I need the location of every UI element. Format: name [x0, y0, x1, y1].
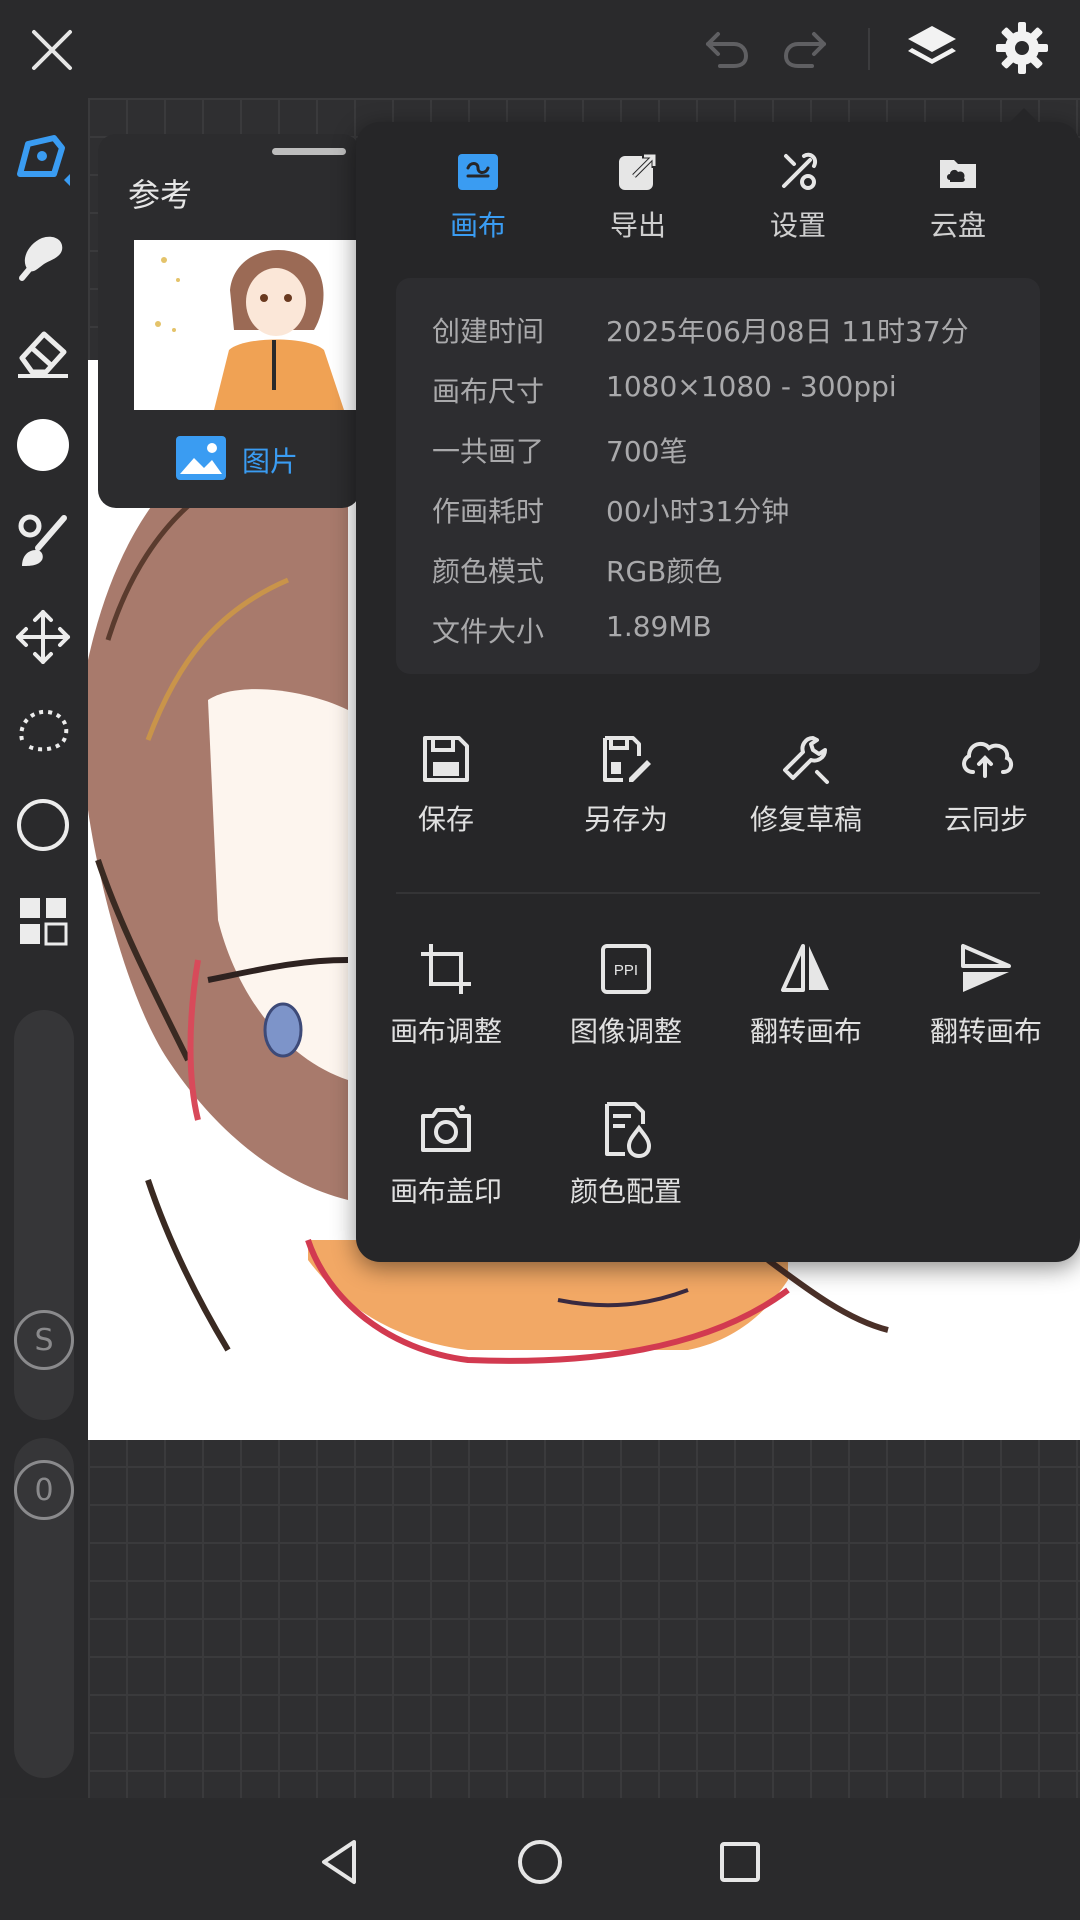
tab-label: 云盘	[929, 209, 986, 242]
eraser-icon[interactable]	[14, 322, 72, 380]
action-label: 图像调整	[569, 1015, 682, 1048]
brush-size-slider[interactable]: S	[14, 1010, 74, 1420]
opacity-knob[interactable]: 0	[14, 1460, 74, 1520]
tools-icon	[782, 152, 817, 190]
info-value: 1.89MB	[606, 610, 712, 643]
brush-size-knob[interactable]: S	[14, 1310, 74, 1370]
canvas-icon	[458, 154, 498, 190]
tab-label: 设置	[769, 209, 826, 242]
action-label: 云同步	[943, 803, 1028, 836]
color-swatch-icon[interactable]	[14, 416, 72, 474]
info-value: 2025年06月08日 11时37分	[606, 315, 969, 348]
tab-canvas[interactable]: 画布	[418, 150, 538, 246]
action-label: 修复草稿	[749, 803, 862, 836]
flip-horizontal-icon	[781, 944, 829, 992]
home-icon[interactable]	[514, 1836, 566, 1888]
flip-vertical-icon	[961, 944, 1011, 992]
canvas-info-box: 创建时间 2025年06月08日 11时37分 画布尺寸 1080×1080 - 3…	[396, 278, 1040, 674]
system-navigation-bar	[0, 1800, 1080, 1920]
export-icon	[619, 153, 657, 190]
canvas-menu-panel: 画布 导出 设置 云盘 创建时间 2025年06月08日 11时37分 画布尺寸 1…	[356, 108, 1080, 1262]
tab-export[interactable]: 导出	[578, 150, 698, 246]
save-button[interactable]: 保存	[356, 732, 536, 838]
action-label: 画布调整	[389, 1015, 502, 1048]
info-key: 颜色模式	[432, 555, 545, 588]
info-value: 700笔	[606, 435, 688, 468]
action-label: 颜色配置	[569, 1175, 682, 1208]
image-adjust-button[interactable]: PPI 图像调整	[536, 940, 716, 1050]
ppi-icon: PPI	[601, 944, 651, 994]
redo-icon[interactable]	[780, 26, 832, 72]
info-key: 画布尺寸	[432, 375, 545, 408]
save-icon	[423, 736, 469, 782]
opacity-slider[interactable]: 0	[14, 1438, 74, 1778]
drag-handle[interactable]	[272, 148, 346, 155]
close-icon[interactable]	[26, 24, 78, 76]
tab-settings[interactable]: 设置	[738, 150, 858, 246]
tab-label: 导出	[609, 209, 666, 242]
panel-tabs: 画布 导出 设置 云盘	[356, 150, 1080, 246]
reference-image-label: 图片	[242, 445, 299, 478]
smudge-tool-icon[interactable]	[14, 226, 72, 284]
flip-vertical-button[interactable]: 翻转画布	[896, 940, 1076, 1050]
canvas-stamp-button[interactable]: 画布盖印	[356, 1100, 536, 1210]
brush-fill-icon[interactable]	[14, 512, 72, 570]
gear-icon[interactable]	[994, 20, 1050, 76]
tab-label: 画布	[449, 209, 506, 242]
pen-tool-icon[interactable]	[14, 130, 72, 188]
info-key: 一共画了	[432, 435, 545, 468]
color-profile-button[interactable]: 颜色配置	[536, 1100, 716, 1210]
save-as-icon	[603, 736, 651, 782]
move-icon[interactable]	[14, 608, 72, 666]
color-profile-icon	[605, 1102, 652, 1158]
action-label: 另存为	[583, 803, 668, 836]
info-key: 创建时间	[432, 315, 545, 348]
left-toolbar: S 0	[0, 98, 88, 1798]
back-icon[interactable]	[314, 1836, 366, 1888]
action-label: 翻转画布	[929, 1015, 1042, 1048]
info-value: 1080×1080 - 300ppi	[606, 370, 897, 403]
tab-cloud-drive[interactable]: 云盘	[898, 150, 1018, 246]
grid-tools-icon[interactable]	[14, 892, 72, 950]
top-bar	[0, 0, 1080, 98]
save-as-button[interactable]: 另存为	[536, 732, 716, 838]
reference-thumbnail	[134, 240, 360, 410]
repair-draft-button[interactable]: 修复草稿	[716, 732, 896, 838]
wrench-icon	[783, 736, 829, 784]
section-divider	[396, 892, 1040, 894]
panel-pointer	[1008, 108, 1040, 124]
action-label: 保存	[417, 803, 474, 836]
action-label: 翻转画布	[749, 1015, 862, 1048]
camera-icon	[421, 1105, 471, 1152]
undo-icon[interactable]	[700, 26, 752, 72]
svg-text:PPI: PPI	[614, 962, 638, 979]
shape-circle-icon[interactable]	[14, 796, 72, 854]
flip-horizontal-button[interactable]: 翻转画布	[716, 940, 896, 1050]
toolbar-divider	[868, 28, 870, 70]
info-key: 文件大小	[432, 615, 545, 648]
canvas-adjust-button[interactable]: 画布调整	[356, 940, 536, 1050]
cloud-sync-button[interactable]: 云同步	[896, 732, 1076, 838]
reference-window[interactable]: 参考 图片	[98, 134, 360, 508]
cloud-drive-icon	[940, 160, 976, 188]
cloud-sync-icon	[962, 741, 1014, 778]
info-value: 00小时31分钟	[606, 495, 790, 528]
crop-icon	[421, 944, 471, 994]
action-label: 画布盖印	[389, 1175, 502, 1208]
image-icon	[174, 434, 228, 486]
info-value: RGB颜色	[606, 555, 723, 588]
recents-icon[interactable]	[714, 1836, 766, 1888]
reference-title: 参考	[128, 176, 193, 214]
lasso-select-icon[interactable]	[14, 702, 72, 760]
layers-icon[interactable]	[904, 20, 960, 76]
info-key: 作画耗时	[432, 495, 545, 528]
reference-image-button[interactable]: 图片	[174, 434, 298, 486]
